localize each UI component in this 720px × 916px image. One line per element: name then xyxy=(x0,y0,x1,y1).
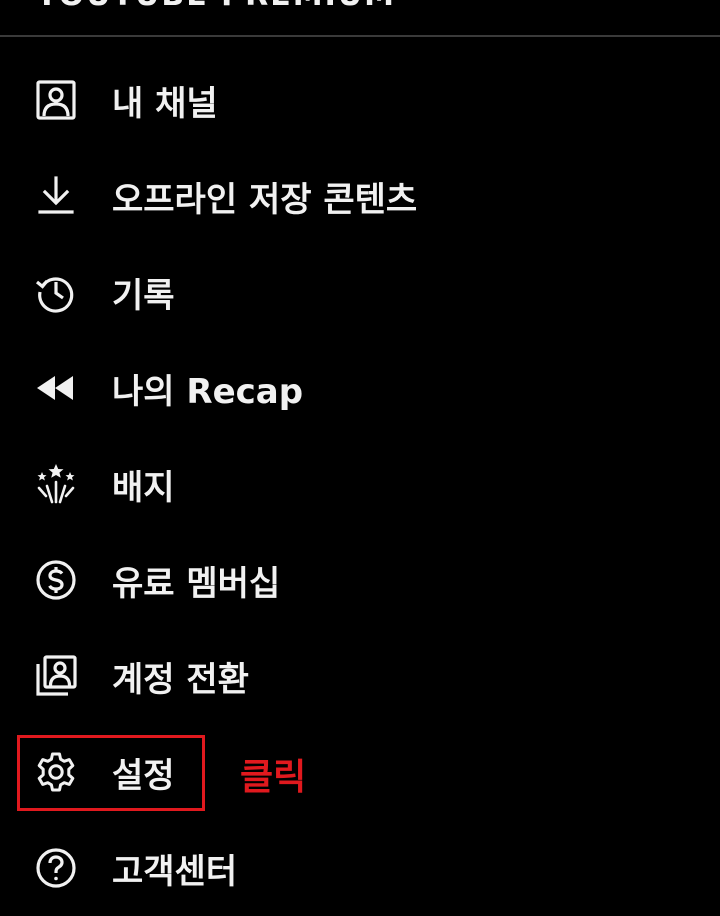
download-icon xyxy=(34,174,78,218)
menu-item-label: 기록 xyxy=(112,275,175,316)
history-icon xyxy=(34,270,78,314)
click-annotation: 클릭 xyxy=(240,757,307,798)
settings-highlight-box xyxy=(17,735,205,811)
menu-item-history[interactable]: 기록 xyxy=(0,244,720,340)
menu-item-label: 계정 전환 xyxy=(112,659,249,700)
dollar-circle-icon xyxy=(34,558,78,602)
menu-item-my-recap[interactable]: 나의 Recap xyxy=(0,340,720,436)
badge-icon xyxy=(34,462,78,506)
menu-item-offline-downloads[interactable]: 오프라인 저장 콘텐츠 xyxy=(0,148,720,244)
menu-item-badges[interactable]: 배지 xyxy=(0,436,720,532)
menu-item-label: 고객센터 xyxy=(112,851,238,892)
help-circle-icon xyxy=(34,846,78,890)
menu-item-switch-account[interactable]: 계정 전환 xyxy=(0,628,720,724)
menu-item-help-center[interactable]: 고객센터 xyxy=(0,820,720,916)
header-divider xyxy=(0,35,720,37)
menu-item-my-channel[interactable]: 내 채널 xyxy=(0,52,720,148)
menu-item-label: 나의 Recap xyxy=(112,371,304,412)
menu-item-paid-memberships[interactable]: 유료 멤버십 xyxy=(0,532,720,628)
menu-item-label: 내 채널 xyxy=(112,83,218,124)
menu-item-label: 유료 멤버십 xyxy=(112,563,281,604)
menu-item-label: 오프라인 저장 콘텐츠 xyxy=(112,179,418,220)
rewind-icon xyxy=(34,366,78,410)
account-box-icon xyxy=(34,78,78,122)
menu-item-label: 배지 xyxy=(112,467,175,508)
cut-off-header-title: YOUTUBE PREMIUM xyxy=(36,0,396,8)
switch-account-icon xyxy=(34,654,78,698)
